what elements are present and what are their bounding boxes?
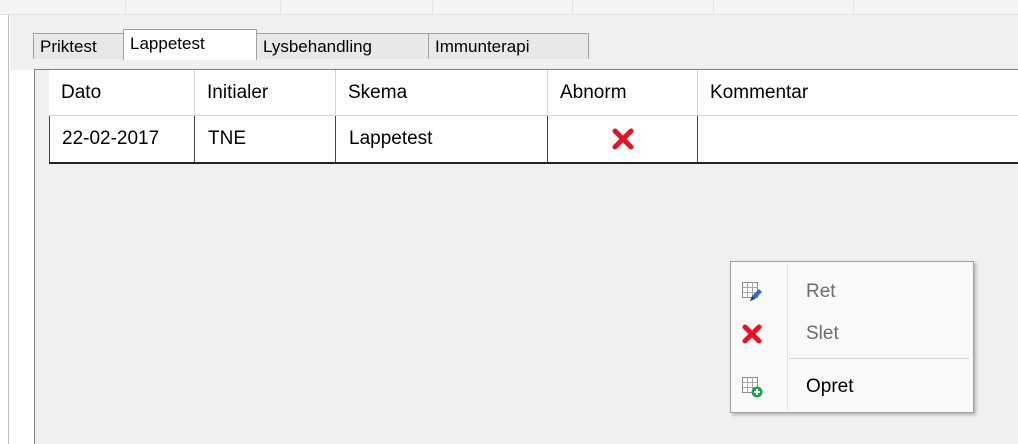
tab-lappetest[interactable]: Lappetest: [123, 29, 257, 60]
menu-item-ret[interactable]: Ret: [733, 273, 971, 311]
delete-x-icon: [742, 324, 762, 344]
cell-dato[interactable]: 22-02-2017: [49, 116, 195, 162]
context-menu: Ret Slet Opret: [730, 261, 974, 413]
tab-immunterapi[interactable]: Immunterapi: [428, 33, 589, 59]
ruler-divider: [853, 0, 854, 14]
red-x-icon: [612, 128, 634, 150]
column-header-kommentar[interactable]: Kommentar: [698, 70, 1018, 116]
ruler-divider: [432, 0, 433, 14]
menu-item-label: Slet: [806, 323, 839, 344]
menu-item-slet[interactable]: Slet: [733, 315, 971, 353]
column-header-skema[interactable]: Skema: [336, 70, 548, 116]
left-margin: [0, 15, 10, 444]
data-grid: Dato Initialer Skema Abnorm Kommentar 22…: [49, 70, 1018, 164]
tab-strip: Priktest Lappetest Lysbehandling Immunte…: [10, 15, 1018, 70]
cell-abnorm[interactable]: [548, 116, 698, 162]
menu-separator: [789, 358, 969, 359]
cell-skema[interactable]: Lappetest: [336, 116, 548, 162]
ruler-divider: [280, 0, 281, 14]
menu-item-opret[interactable]: Opret: [733, 368, 971, 406]
tab-lysbehandling[interactable]: Lysbehandling: [256, 33, 429, 59]
menu-item-label: Opret: [806, 376, 854, 397]
column-header-abnorm[interactable]: Abnorm: [548, 70, 698, 116]
ruler-divider: [125, 0, 126, 14]
tab-priktest[interactable]: Priktest: [33, 33, 124, 59]
cell-kommentar[interactable]: [698, 116, 1018, 162]
left-border-line: [8, 15, 9, 444]
ruler-divider: [572, 0, 573, 14]
edit-table-icon: [742, 282, 762, 301]
column-header-initialer[interactable]: Initialer: [195, 70, 336, 116]
column-header-dato[interactable]: Dato: [49, 70, 195, 116]
top-ruler: [0, 0, 1018, 15]
cell-initialer[interactable]: TNE: [195, 116, 336, 162]
grid-header-row: Dato Initialer Skema Abnorm Kommentar: [49, 70, 1018, 116]
add-table-icon: [742, 377, 763, 398]
menu-item-label: Ret: [806, 281, 836, 302]
table-row[interactable]: 22-02-2017 TNE Lappetest: [49, 116, 1018, 164]
ruler-divider: [713, 0, 714, 14]
